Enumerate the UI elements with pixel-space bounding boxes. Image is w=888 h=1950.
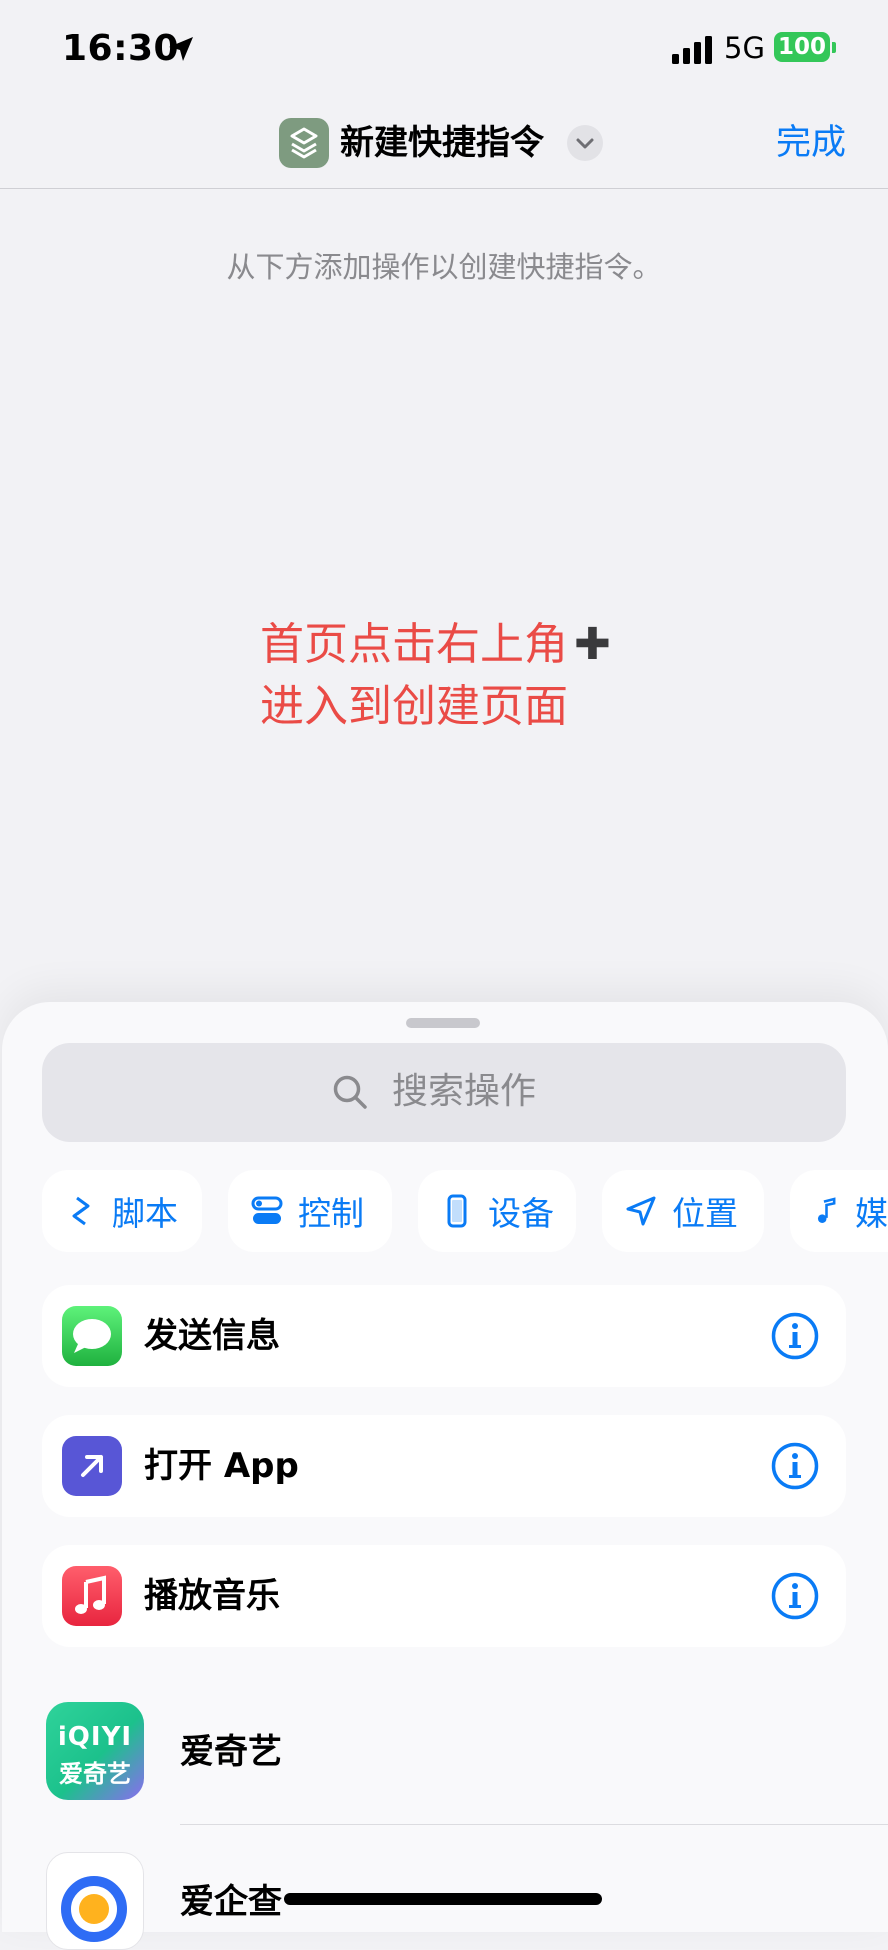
app-label-iqiyi[interactable]: 爱奇艺 bbox=[180, 1722, 282, 1782]
action-label: 播放音乐 bbox=[144, 1576, 280, 1616]
chip-label: 媒 bbox=[855, 1194, 888, 1233]
open-app-arrow-icon bbox=[62, 1436, 122, 1496]
chip-control[interactable]: 控制 bbox=[228, 1170, 392, 1252]
diagonal-arrow-icon bbox=[81, 1455, 103, 1477]
nav-title[interactable]: 新建快捷指令 bbox=[340, 118, 544, 168]
iqiyi-logo-text: iQIYI bbox=[57, 1722, 133, 1752]
battery-tip bbox=[832, 42, 836, 53]
aiqicha-app-icon[interactable] bbox=[46, 1852, 144, 1950]
list-divider bbox=[180, 1824, 888, 1825]
search-magnifier-logo-icon bbox=[61, 1876, 127, 1942]
chip-label: 控制 bbox=[298, 1194, 364, 1233]
plus-icon: ✚ bbox=[574, 619, 611, 670]
done-button[interactable]: 完成 bbox=[776, 118, 846, 168]
cellular-signal-icon bbox=[672, 36, 712, 64]
info-icon[interactable] bbox=[770, 1571, 820, 1621]
chip-label: 位置 bbox=[672, 1194, 738, 1233]
chip-label: 设备 bbox=[488, 1194, 554, 1233]
iqiyi-logo-text-cn: 爱奇艺 bbox=[59, 1760, 131, 1788]
chip-location[interactable]: 位置 bbox=[602, 1170, 764, 1252]
toggle-icon bbox=[251, 1196, 283, 1224]
music-icon bbox=[62, 1566, 122, 1626]
chip-label: 脚本 bbox=[112, 1194, 178, 1233]
chevron-down-icon bbox=[576, 138, 594, 149]
search-icon bbox=[333, 1075, 367, 1109]
app-label-aiqicha[interactable]: 爱企查 bbox=[180, 1872, 282, 1932]
battery-indicator: 100 bbox=[774, 32, 830, 62]
phone-icon bbox=[447, 1194, 467, 1228]
info-icon[interactable] bbox=[770, 1311, 820, 1361]
title-menu-button[interactable] bbox=[567, 125, 603, 161]
location-arrow-icon bbox=[626, 1196, 656, 1226]
sheet-grabber[interactable] bbox=[406, 1018, 480, 1028]
shortcuts-app-icon[interactable] bbox=[279, 118, 329, 168]
info-icon[interactable] bbox=[770, 1441, 820, 1491]
iqiyi-app-icon[interactable]: iQIYI 爱奇艺 bbox=[46, 1702, 144, 1800]
speech-bubble-icon bbox=[73, 1319, 111, 1353]
chip-device[interactable]: 设备 bbox=[418, 1170, 576, 1252]
chip-script[interactable]: 脚本 bbox=[42, 1170, 202, 1252]
action-label: 发送信息 bbox=[144, 1316, 280, 1356]
network-type: 5G bbox=[724, 31, 765, 65]
annotation-line-2: 进入到创建页面 bbox=[260, 681, 568, 732]
music-note-icon bbox=[817, 1197, 836, 1223]
chip-media[interactable]: 媒 bbox=[790, 1170, 888, 1252]
shortcuts-layers-icon bbox=[290, 127, 318, 159]
messages-icon bbox=[62, 1306, 122, 1366]
annotation-line-1: 首页点击右上角 bbox=[260, 619, 568, 670]
empty-hint: 从下方添加操作以创建快捷指令。 bbox=[226, 250, 662, 284]
status-time: 16:30 bbox=[62, 28, 180, 69]
script-icon bbox=[72, 1196, 90, 1226]
home-indicator[interactable] bbox=[284, 1893, 602, 1905]
annotation-overlay: 首页点击右上角 ✚ 进入到创建页面 bbox=[260, 614, 611, 738]
music-note-icon bbox=[75, 1575, 106, 1614]
action-label: 打开 App bbox=[144, 1446, 299, 1486]
location-arrow-icon bbox=[169, 37, 193, 61]
search-placeholder: 搜索操作 bbox=[392, 1071, 537, 1112]
